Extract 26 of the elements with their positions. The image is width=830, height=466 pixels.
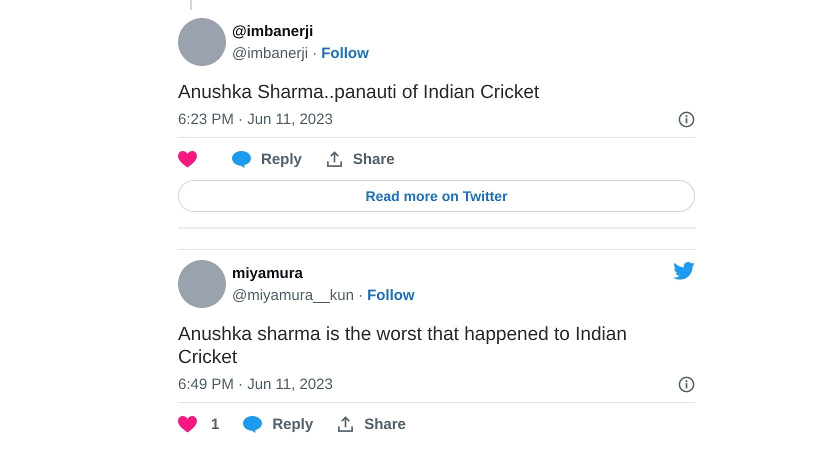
info-icon[interactable] (678, 376, 695, 393)
user-handle: @imbanerji · (232, 44, 318, 62)
reply-button[interactable]: Reply (243, 416, 314, 432)
tweet-text: Anushka Sharma..panauti of Indian Cricket (178, 81, 540, 104)
heart-icon[interactable] (178, 150, 197, 168)
like-count: 1 (211, 416, 220, 432)
heart-icon[interactable] (178, 416, 197, 432)
share-button[interactable]: Share (337, 416, 406, 432)
user-handle: @miyamura__kun · (232, 286, 364, 304)
avatar-placeholder (178, 260, 226, 308)
timestamp: 6:23 PM · Jun 11, 2023 (178, 111, 333, 128)
follow-link[interactable]: Follow (321, 44, 369, 62)
reply-button[interactable]: Reply (232, 150, 302, 168)
share-icon (326, 150, 343, 168)
follow-link[interactable]: Follow (367, 286, 415, 304)
tweet-text: Anushka sharma is the worst that happened to Indian Cricket (178, 323, 628, 369)
avatar-placeholder (178, 18, 226, 66)
user-name: @imbanerji (232, 22, 314, 40)
timestamp: 6:49 PM · Jun 11, 2023 (178, 376, 333, 393)
speech-bubble-icon (232, 150, 251, 168)
share-button[interactable]: Share (326, 150, 395, 168)
user-name: miyamura (232, 264, 304, 282)
speech-bubble-icon (243, 416, 262, 432)
read-more-button[interactable]: Read more on Twitter (178, 180, 695, 212)
share-icon (337, 416, 354, 432)
info-icon[interactable] (678, 111, 695, 128)
